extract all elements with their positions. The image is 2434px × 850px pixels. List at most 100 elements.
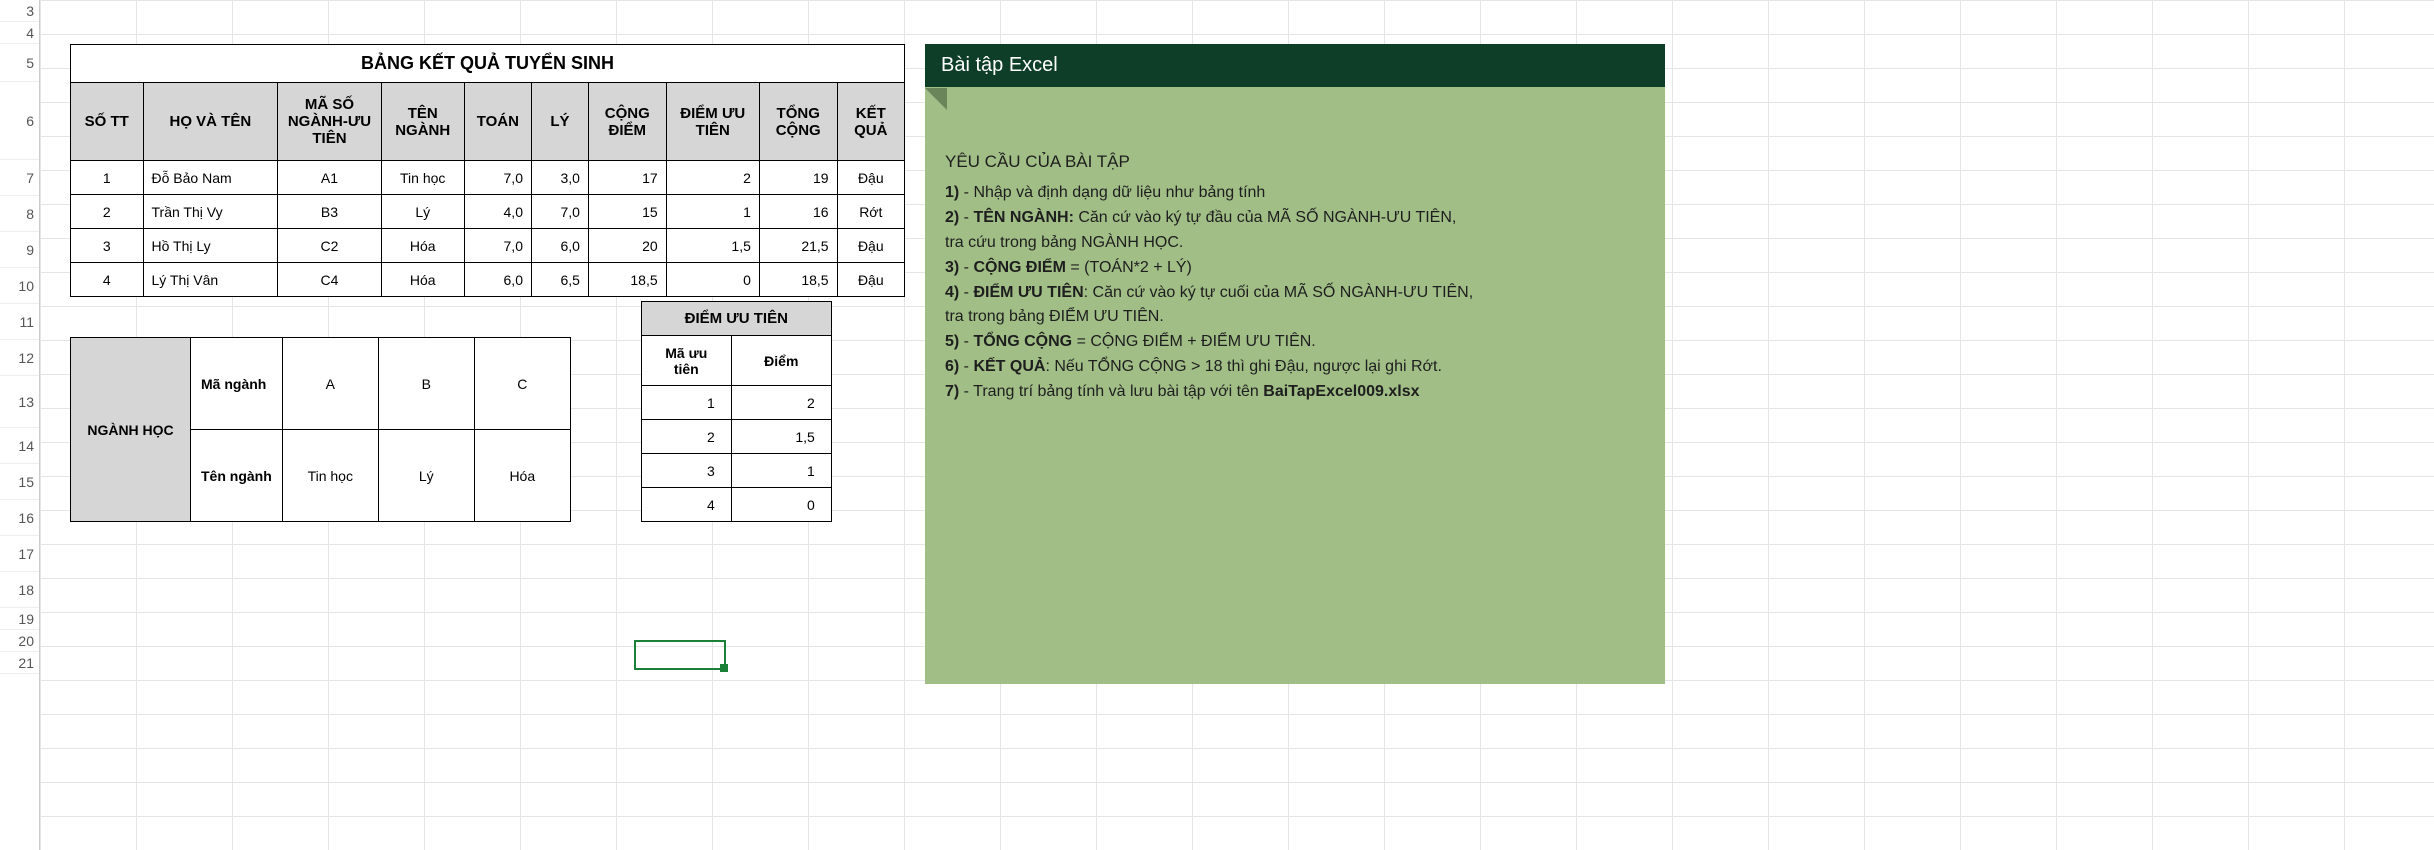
- cell[interactable]: 21,5: [759, 229, 837, 263]
- cell[interactable]: 2: [641, 420, 731, 454]
- cell[interactable]: 7,0: [464, 229, 531, 263]
- cell[interactable]: 4,0: [464, 195, 531, 229]
- cell[interactable]: Đỗ Bảo Nam: [143, 161, 278, 195]
- cell[interactable]: 18,5: [759, 263, 837, 297]
- cell[interactable]: 1,5: [731, 420, 831, 454]
- col-header[interactable]: CỘNG ĐIỂM: [588, 83, 666, 161]
- cell[interactable]: Hóa: [381, 263, 464, 297]
- row-header[interactable]: 20: [0, 630, 39, 652]
- cell[interactable]: 19: [759, 161, 837, 195]
- cell[interactable]: 4: [641, 488, 731, 522]
- table-row[interactable]: 1 Đỗ Bảo Nam A1 Tin học 7,0 3,0 17 2 19 …: [71, 161, 905, 195]
- row-header[interactable]: 17: [0, 536, 39, 572]
- cell[interactable]: 2: [71, 195, 144, 229]
- row-header[interactable]: 5: [0, 44, 39, 82]
- cell[interactable]: C4: [278, 263, 382, 297]
- table-row[interactable]: 21,5: [641, 420, 831, 454]
- cell[interactable]: 6,0: [531, 229, 588, 263]
- nganh-hoc-table[interactable]: NGÀNH HỌC Mã ngành A B C Tên ngành Tin h…: [70, 337, 571, 522]
- cell[interactable]: 7,0: [531, 195, 588, 229]
- table-row[interactable]: 12: [641, 386, 831, 420]
- row-label[interactable]: Tên ngành: [191, 430, 283, 522]
- spreadsheet[interactable]: 3 4 5 6 7 8 9 10 11 12 13 14 15 16 17 18…: [0, 0, 2434, 850]
- cell[interactable]: C: [474, 338, 570, 430]
- col-header[interactable]: ĐIỂM ƯU TIÊN: [666, 83, 759, 161]
- row-header[interactable]: 12: [0, 340, 39, 376]
- cell[interactable]: Đậu: [837, 161, 904, 195]
- row-header[interactable]: 13: [0, 376, 39, 428]
- cell[interactable]: 6,5: [531, 263, 588, 297]
- row-header[interactable]: 9: [0, 232, 39, 268]
- col-header[interactable]: KẾT QUẢ: [837, 83, 904, 161]
- col-header[interactable]: TỔNG CỘNG: [759, 83, 837, 161]
- table-row[interactable]: 2 Trần Thị Vy B3 Lý 4,0 7,0 15 1 16 Rớt: [71, 195, 905, 229]
- cell[interactable]: 4: [71, 263, 144, 297]
- table-row[interactable]: 31: [641, 454, 831, 488]
- col-header[interactable]: Mã ưu tiên: [641, 336, 731, 386]
- table-row[interactable]: 4 Lý Thị Vân C4 Hóa 6,0 6,5 18,5 0 18,5 …: [71, 263, 905, 297]
- row-header[interactable]: 18: [0, 572, 39, 608]
- cell[interactable]: Lý Thị Vân: [143, 263, 278, 297]
- cell[interactable]: Đậu: [837, 229, 904, 263]
- cell[interactable]: 2: [666, 161, 759, 195]
- table-row[interactable]: 3 Hồ Thị Ly C2 Hóa 7,0 6,0 20 1,5 21,5 Đ…: [71, 229, 905, 263]
- cell[interactable]: 3: [71, 229, 144, 263]
- cell[interactable]: 16: [759, 195, 837, 229]
- row-label[interactable]: Mã ngành: [191, 338, 283, 430]
- row-header[interactable]: 6: [0, 82, 39, 160]
- cell[interactable]: 15: [588, 195, 666, 229]
- cell[interactable]: 1: [666, 195, 759, 229]
- col-header[interactable]: HỌ VÀ TÊN: [143, 83, 278, 161]
- cell[interactable]: 2: [731, 386, 831, 420]
- row-header[interactable]: 7: [0, 160, 39, 196]
- cell[interactable]: 7,0: [464, 161, 531, 195]
- row-header[interactable]: 16: [0, 500, 39, 536]
- row-header[interactable]: 11: [0, 304, 39, 340]
- col-header[interactable]: TOÁN: [464, 83, 531, 161]
- row-header[interactable]: 10: [0, 268, 39, 304]
- cell[interactable]: Tin học: [381, 161, 464, 195]
- cell[interactable]: Hồ Thị Ly: [143, 229, 278, 263]
- row-header[interactable]: 19: [0, 608, 39, 630]
- col-header[interactable]: MÃ SỐ NGÀNH-ƯU TIÊN: [278, 83, 382, 161]
- cell[interactable]: 1: [71, 161, 144, 195]
- table-row[interactable]: 40: [641, 488, 831, 522]
- row-header[interactable]: 8: [0, 196, 39, 232]
- cell[interactable]: Lý: [378, 430, 474, 522]
- row-header[interactable]: 3: [0, 0, 39, 22]
- row-header[interactable]: 4: [0, 22, 39, 44]
- cell[interactable]: C2: [278, 229, 382, 263]
- cell[interactable]: B: [378, 338, 474, 430]
- cell[interactable]: 1: [731, 454, 831, 488]
- cell[interactable]: 6,0: [464, 263, 531, 297]
- cell[interactable]: 3,0: [531, 161, 588, 195]
- cell[interactable]: A: [282, 338, 378, 430]
- row-header[interactable]: 15: [0, 464, 39, 500]
- cell[interactable]: 17: [588, 161, 666, 195]
- row-header[interactable]: 14: [0, 428, 39, 464]
- cell[interactable]: Trần Thị Vy: [143, 195, 278, 229]
- cell[interactable]: Đậu: [837, 263, 904, 297]
- results-table[interactable]: BẢNG KẾT QUẢ TUYỂN SINH SỐ TT HỌ VÀ TÊN …: [70, 44, 905, 297]
- cell[interactable]: Hóa: [474, 430, 570, 522]
- col-header[interactable]: Điểm: [731, 336, 831, 386]
- cell[interactable]: 1,5: [666, 229, 759, 263]
- cell[interactable]: 3: [641, 454, 731, 488]
- cell[interactable]: 20: [588, 229, 666, 263]
- col-header[interactable]: TÊN NGÀNH: [381, 83, 464, 161]
- cell[interactable]: Hóa: [381, 229, 464, 263]
- col-header[interactable]: LÝ: [531, 83, 588, 161]
- uu-tien-table[interactable]: ĐIỂM ƯU TIÊN Mã ưu tiên Điểm 12 21,5 31 …: [641, 301, 832, 522]
- cell[interactable]: Lý: [381, 195, 464, 229]
- cell[interactable]: A1: [278, 161, 382, 195]
- cell[interactable]: B3: [278, 195, 382, 229]
- cell[interactable]: 0: [731, 488, 831, 522]
- cell[interactable]: 18,5: [588, 263, 666, 297]
- cell[interactable]: Tin học: [282, 430, 378, 522]
- cell[interactable]: 0: [666, 263, 759, 297]
- row-header[interactable]: 21: [0, 652, 39, 674]
- cell[interactable]: Rớt: [837, 195, 904, 229]
- cell[interactable]: 1: [641, 386, 731, 420]
- grid-area[interactable]: BẢNG KẾT QUẢ TUYỂN SINH SỐ TT HỌ VÀ TÊN …: [40, 0, 2434, 850]
- col-header[interactable]: SỐ TT: [71, 83, 144, 161]
